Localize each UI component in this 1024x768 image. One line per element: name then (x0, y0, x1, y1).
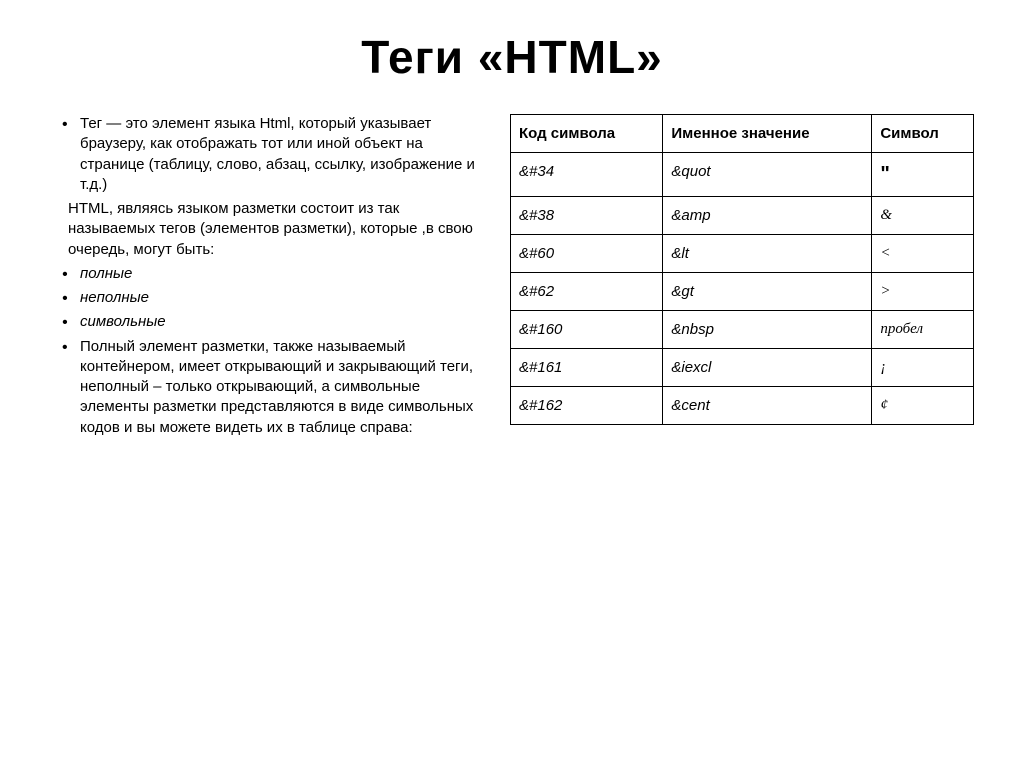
table-row: &#34 &quot " (511, 153, 974, 197)
cell-symbol: ¢ (872, 387, 974, 425)
cell-name: &gt (663, 273, 872, 311)
cell-name: &cent (663, 387, 872, 425)
paragraph-structure: HTML, являясь языком разметки состоит из… (50, 199, 490, 260)
cell-name: &iexcl (663, 349, 872, 387)
bullet-full: полные (50, 264, 490, 284)
slide-title: Теги «HTML» (50, 30, 974, 84)
cell-symbol: " (872, 153, 974, 197)
left-column: Тег — это элемент языка Html, который ук… (50, 114, 490, 442)
cell-code: &#161 (511, 349, 663, 387)
cell-name: &quot (663, 153, 872, 197)
table-row: &#161 &iexcl ¡ (511, 349, 974, 387)
symbol-table: Код символа Именное значение Символ &#34… (510, 114, 974, 425)
cell-symbol: < (872, 235, 974, 273)
th-name: Именное значение (663, 115, 872, 153)
cell-code: &#38 (511, 197, 663, 235)
table-row: &#162 &cent ¢ (511, 387, 974, 425)
th-code: Код символа (511, 115, 663, 153)
table-row: &#160 &nbsp пробел (511, 311, 974, 349)
table-header-row: Код символа Именное значение Символ (511, 115, 974, 153)
table-row: &#60 &lt < (511, 235, 974, 273)
cell-symbol: > (872, 273, 974, 311)
right-column: Код символа Именное значение Символ &#34… (510, 114, 974, 442)
th-symbol: Символ (872, 115, 974, 153)
cell-symbol: & (872, 197, 974, 235)
paragraph-explanation: Полный элемент разметки, также называемы… (50, 337, 490, 438)
cell-name: &nbsp (663, 311, 872, 349)
cell-code: &#160 (511, 311, 663, 349)
cell-symbol: ¡ (872, 349, 974, 387)
paragraph-definition: Тег — это элемент языка Html, который ук… (50, 114, 490, 195)
bullet-symbolic: символьные (50, 312, 490, 332)
cell-code: &#62 (511, 273, 663, 311)
cell-symbol: пробел (872, 311, 974, 349)
content-columns: Тег — это элемент языка Html, который ук… (50, 114, 974, 442)
cell-name: &lt (663, 235, 872, 273)
table-row: &#62 &gt > (511, 273, 974, 311)
bullet-partial: неполные (50, 288, 490, 308)
cell-code: &#162 (511, 387, 663, 425)
table-row: &#38 &amp & (511, 197, 974, 235)
cell-name: &amp (663, 197, 872, 235)
cell-code: &#34 (511, 153, 663, 197)
cell-code: &#60 (511, 235, 663, 273)
